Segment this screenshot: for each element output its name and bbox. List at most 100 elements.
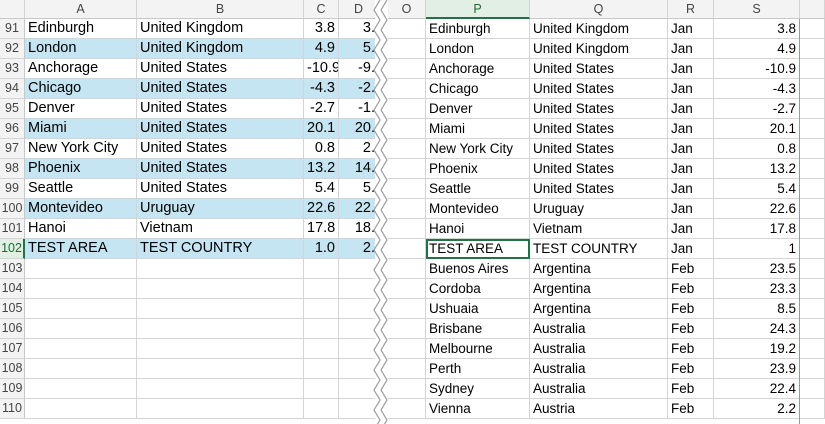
cell-p[interactable]: Hanoi [426,219,530,239]
cell-b[interactable] [137,319,304,339]
row-header[interactable]: 108 [0,359,25,379]
cell-s[interactable]: 24.3 [714,319,800,339]
cell-s[interactable]: 0.8 [714,139,800,159]
cell-p[interactable]: Edinburgh [426,19,530,39]
cell-p[interactable]: New York City [426,139,530,159]
cell-q[interactable]: United States [530,79,668,99]
cell-a[interactable] [25,279,137,299]
cell-s[interactable]: 19.2 [714,339,800,359]
row-header[interactable]: 95 [0,99,25,119]
row-header[interactable]: 96 [0,119,25,139]
cell-o[interactable] [388,179,426,199]
cell-c[interactable]: 0.8 [304,139,339,159]
cell-t[interactable] [800,319,825,339]
cell-t[interactable] [800,299,825,319]
cell-r[interactable]: Jan [668,199,714,219]
cell-q[interactable]: Australia [530,339,668,359]
cell-p[interactable]: Vienna [426,399,530,419]
cell-q[interactable]: Australia [530,359,668,379]
cell-r[interactable]: Jan [668,239,714,259]
cell-o[interactable] [388,59,426,79]
cell-c[interactable] [304,339,339,359]
cell-b[interactable]: Uruguay [137,199,304,219]
column-header-r[interactable]: R [668,0,714,19]
cell-r[interactable]: Feb [668,279,714,299]
row-header[interactable]: 101 [0,219,25,239]
cell-r[interactable]: Jan [668,79,714,99]
cell-t[interactable] [800,159,825,179]
cell-p[interactable]: Perth [426,359,530,379]
row-header[interactable]: 99 [0,179,25,199]
cell-r[interactable]: Feb [668,359,714,379]
row-header[interactable]: 106 [0,319,25,339]
cell-q[interactable]: United Kingdom [530,19,668,39]
cell-a[interactable]: Seattle [25,179,137,199]
cell-a[interactable]: Miami [25,119,137,139]
cell-a[interactable] [25,399,137,419]
row-header[interactable]: 98 [0,159,25,179]
cell-t[interactable] [800,39,825,59]
cell-c[interactable]: 5.4 [304,179,339,199]
column-header-p[interactable]: P [426,0,530,19]
cell-a[interactable]: Denver [25,99,137,119]
cell-b[interactable]: Vietnam [137,219,304,239]
cell-b[interactable] [137,259,304,279]
cell-q[interactable]: Argentina [530,299,668,319]
cell-s[interactable]: 22.6 [714,199,800,219]
cell-b[interactable]: United States [137,59,304,79]
cell-r[interactable]: Jan [668,139,714,159]
row-header[interactable]: 97 [0,139,25,159]
cell-c[interactable] [304,259,339,279]
cell-t[interactable] [800,259,825,279]
cell-b[interactable] [137,279,304,299]
cell-c[interactable]: 3.8 [304,19,339,39]
cell-a[interactable] [25,259,137,279]
cell-a[interactable]: Montevideo [25,199,137,219]
cell-p[interactable]: Chicago [426,79,530,99]
row-header[interactable]: 100 [0,199,25,219]
cell-b[interactable]: United States [137,99,304,119]
cell-r[interactable]: Jan [668,179,714,199]
row-header[interactable]: 104 [0,279,25,299]
cell-t[interactable] [800,119,825,139]
cell-r[interactable]: Feb [668,259,714,279]
cell-r[interactable]: Feb [668,379,714,399]
cell-o[interactable] [388,359,426,379]
cell-q[interactable]: TEST COUNTRY [530,239,668,259]
row-header[interactable]: 107 [0,339,25,359]
cell-a[interactable] [25,359,137,379]
cell-t[interactable] [800,139,825,159]
cell-p[interactable]: Ushuaia [426,299,530,319]
row-header[interactable]: 94 [0,79,25,99]
cell-o[interactable] [388,159,426,179]
cell-b[interactable]: United States [137,79,304,99]
cell-r[interactable]: Jan [668,219,714,239]
cell-p[interactable]: Melbourne [426,339,530,359]
cell-o[interactable] [388,139,426,159]
cell-r[interactable]: Jan [668,19,714,39]
cell-q[interactable]: Vietnam [530,219,668,239]
cell-s[interactable]: 17.8 [714,219,800,239]
cell-s[interactable]: 3.8 [714,19,800,39]
cell-t[interactable] [800,199,825,219]
cell-t[interactable] [800,359,825,379]
cell-b[interactable]: United States [137,179,304,199]
cell-r[interactable]: Jan [668,159,714,179]
row-header[interactable]: 109 [0,379,25,399]
cell-a[interactable]: Edinburgh [25,19,137,39]
cell-c[interactable] [304,279,339,299]
cell-o[interactable] [388,379,426,399]
cell-p[interactable]: Miami [426,119,530,139]
column-header-a[interactable]: A [25,0,137,19]
cell-a[interactable]: Chicago [25,79,137,99]
cell-p[interactable]: Phoenix [426,159,530,179]
cell-q[interactable]: Uruguay [530,199,668,219]
cell-b[interactable] [137,359,304,379]
cell-t[interactable] [800,19,825,39]
row-header[interactable]: 110 [0,399,25,419]
cell-o[interactable] [388,239,426,259]
cell-a[interactable]: New York City [25,139,137,159]
cell-q[interactable]: United States [530,159,668,179]
cell-t[interactable] [800,379,825,399]
cell-p[interactable]: Montevideo [426,199,530,219]
